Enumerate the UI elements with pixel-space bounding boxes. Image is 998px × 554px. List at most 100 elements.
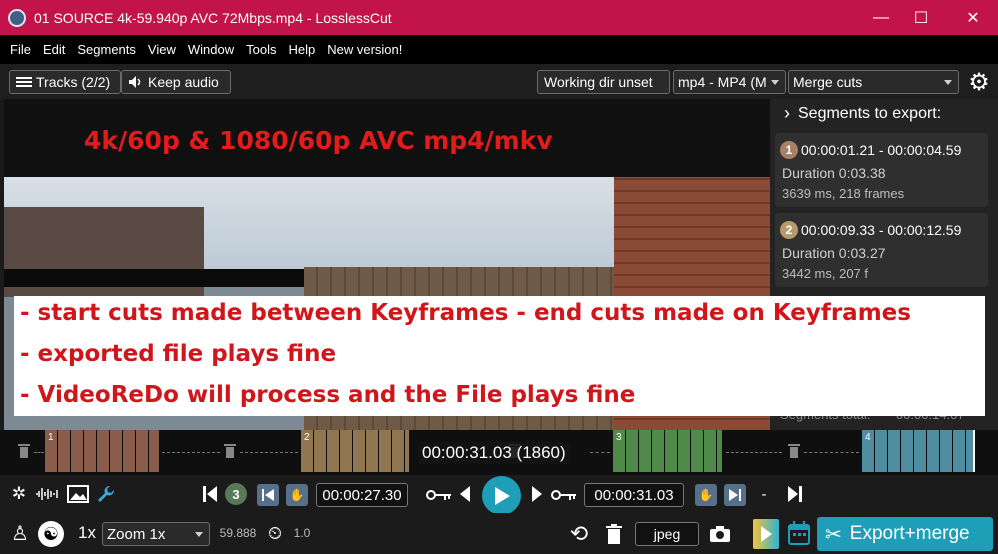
close-button[interactable]: ✕ <box>950 0 996 35</box>
working-dir-button[interactable]: Working dir unset <box>537 70 670 94</box>
jump-start-icon[interactable] <box>203 486 217 502</box>
playhead[interactable] <box>973 430 975 472</box>
chevron-down-icon <box>944 80 952 85</box>
separator-dash: - <box>761 485 767 503</box>
segment-item-1[interactable]: 1 00:00:01.21 - 00:00:04.59 Duration 0:0… <box>775 133 988 207</box>
trash-icon[interactable] <box>224 444 236 458</box>
gear-icon[interactable]: ⚙ <box>966 69 992 96</box>
menu-view[interactable]: View <box>142 42 182 57</box>
export-segments-icon[interactable] <box>753 519 779 549</box>
maximize-button[interactable]: ☐ <box>898 0 944 35</box>
chevron-down-icon <box>771 80 779 85</box>
jump-end-icon[interactable] <box>788 486 802 502</box>
playback-speed[interactable]: 1x <box>74 522 100 544</box>
menu-help[interactable]: Help <box>282 42 321 57</box>
cut-start-time-input[interactable]: 00:00:27.30 <box>316 483 408 507</box>
image-icon[interactable] <box>67 485 89 503</box>
export-merge-button[interactable]: ✂ Export+merge <box>817 517 993 551</box>
fps-value: 59.888 <box>219 526 257 540</box>
timeline-segment-3[interactable]: 3 <box>613 430 722 472</box>
menu-segments[interactable]: Segments <box>71 42 142 57</box>
format-select[interactable]: mp4 - MP4 (M <box>673 70 786 94</box>
video-heading: 4k/60p & 1080/60p AVC mp4/mkv <box>84 126 553 155</box>
rotate-icon[interactable]: ⟲ <box>566 521 592 547</box>
settings-icon[interactable]: ✲ <box>10 484 28 504</box>
trash-icon[interactable] <box>788 444 800 458</box>
merge-mode-value: Merge cuts <box>793 74 863 90</box>
wrench-icon[interactable] <box>96 484 116 504</box>
menu-file[interactable]: File <box>4 42 37 57</box>
chevron-down-icon <box>195 532 203 537</box>
segment-info: 3442 ms, 207 f <box>782 266 868 281</box>
playback-controls: ✲ 3 ✋ 00:00:27.30 00:00:31.03 ✋ - <box>0 475 998 515</box>
timeline-segment-4[interactable]: 4 <box>862 430 974 472</box>
step-forward-icon <box>729 489 741 501</box>
key-icon[interactable] <box>551 489 577 501</box>
toolbar: Tracks (2/2) Keep audio Working dir unse… <box>0 64 998 99</box>
current-time-display: 00:00:31.03 (1860) <box>418 442 570 464</box>
gap-line <box>804 452 859 453</box>
hand-icon: ✋ <box>289 488 305 502</box>
next-frame-icon[interactable] <box>531 486 543 502</box>
timeline-segment-label: 3 <box>616 432 622 443</box>
timeline-segment-label: 2 <box>304 432 310 443</box>
segment-item-2[interactable]: 2 00:00:09.33 - 00:00:12.59 Duration 0:0… <box>775 213 988 287</box>
set-cut-start-button[interactable]: ✋ <box>286 484 308 506</box>
trash-icon[interactable] <box>18 444 30 458</box>
keep-audio-label: Keep audio <box>148 74 219 90</box>
tracks-button[interactable]: Tracks (2/2) <box>9 70 121 94</box>
step-back-icon <box>262 489 274 501</box>
trash-icon[interactable] <box>605 524 623 544</box>
volume-value: 1.0 <box>293 526 311 540</box>
segment-range: 00:00:01.21 - 00:00:04.59 <box>801 142 962 158</box>
format-value: mp4 - MP4 (M <box>678 74 767 90</box>
speaker-icon <box>129 76 141 88</box>
segments-header[interactable]: › Segments to export: <box>784 103 941 124</box>
menu-edit[interactable]: Edit <box>37 42 71 57</box>
segment-range: 00:00:09.33 - 00:00:12.59 <box>801 222 962 238</box>
list-icon <box>16 77 32 87</box>
zoom-value: Zoom 1x <box>107 525 166 543</box>
gap-line <box>34 452 44 453</box>
camera-icon[interactable] <box>709 525 731 543</box>
segment-info: 3639 ms, 218 frames <box>782 186 905 201</box>
keep-audio-button[interactable]: Keep audio <box>121 70 231 94</box>
key-icon[interactable] <box>426 489 452 501</box>
waveform-icon[interactable] <box>36 487 60 501</box>
zoom-select[interactable]: Zoom 1x <box>102 522 210 546</box>
gap-line <box>240 452 298 453</box>
play-icon <box>494 486 510 505</box>
annotation-line-1: - start cuts made between Keyframes - en… <box>20 300 911 326</box>
capture-format-select[interactable]: jpeg <box>635 522 699 546</box>
timeline-segment-1[interactable]: 1 <box>45 430 159 472</box>
set-cut-end-button[interactable]: ✋ <box>695 484 717 506</box>
working-dir-label: Working dir unset <box>544 74 653 90</box>
app-logo-icon <box>8 8 26 27</box>
chevron-right-icon: › <box>784 103 790 123</box>
menu-tools[interactable]: Tools <box>240 42 282 57</box>
hand-icon: ✋ <box>698 488 714 502</box>
timeline-segment-label: 1 <box>48 432 54 443</box>
menu-new-version[interactable]: New version! <box>321 42 408 57</box>
cut-end-time-input[interactable]: 00:00:31.03 <box>584 483 684 507</box>
segment-number: 2 <box>780 221 798 239</box>
gauge-icon[interactable]: ⏲ <box>264 522 286 544</box>
yin-yang-icon[interactable]: ☯ <box>38 521 64 547</box>
segment-duration: Duration 0:03.38 <box>782 165 886 181</box>
play-button[interactable] <box>482 476 521 515</box>
annotation-line-2: - exported file plays fine <box>20 341 337 367</box>
segment-count-badge: 3 <box>225 483 247 505</box>
jump-prev-segment-button[interactable] <box>257 484 279 506</box>
person-icon[interactable]: ♙ <box>10 521 30 545</box>
gap-line <box>162 452 220 453</box>
jump-next-segment-button[interactable] <box>724 484 746 506</box>
calendar-icon[interactable] <box>788 521 810 545</box>
merge-mode-select[interactable]: Merge cuts <box>788 70 959 94</box>
timeline-segment-2[interactable]: 2 <box>301 430 409 472</box>
timeline[interactable]: 1 2 3 4 00:00:31.03 (1860) <box>0 430 998 475</box>
annotation-line-3: - VideoReDo will process and the File pl… <box>20 382 636 408</box>
scissors-icon: ✂ <box>825 523 842 546</box>
menu-window[interactable]: Window <box>182 42 240 57</box>
prev-frame-icon[interactable] <box>459 486 471 502</box>
tracks-label: Tracks (2/2) <box>36 74 111 90</box>
